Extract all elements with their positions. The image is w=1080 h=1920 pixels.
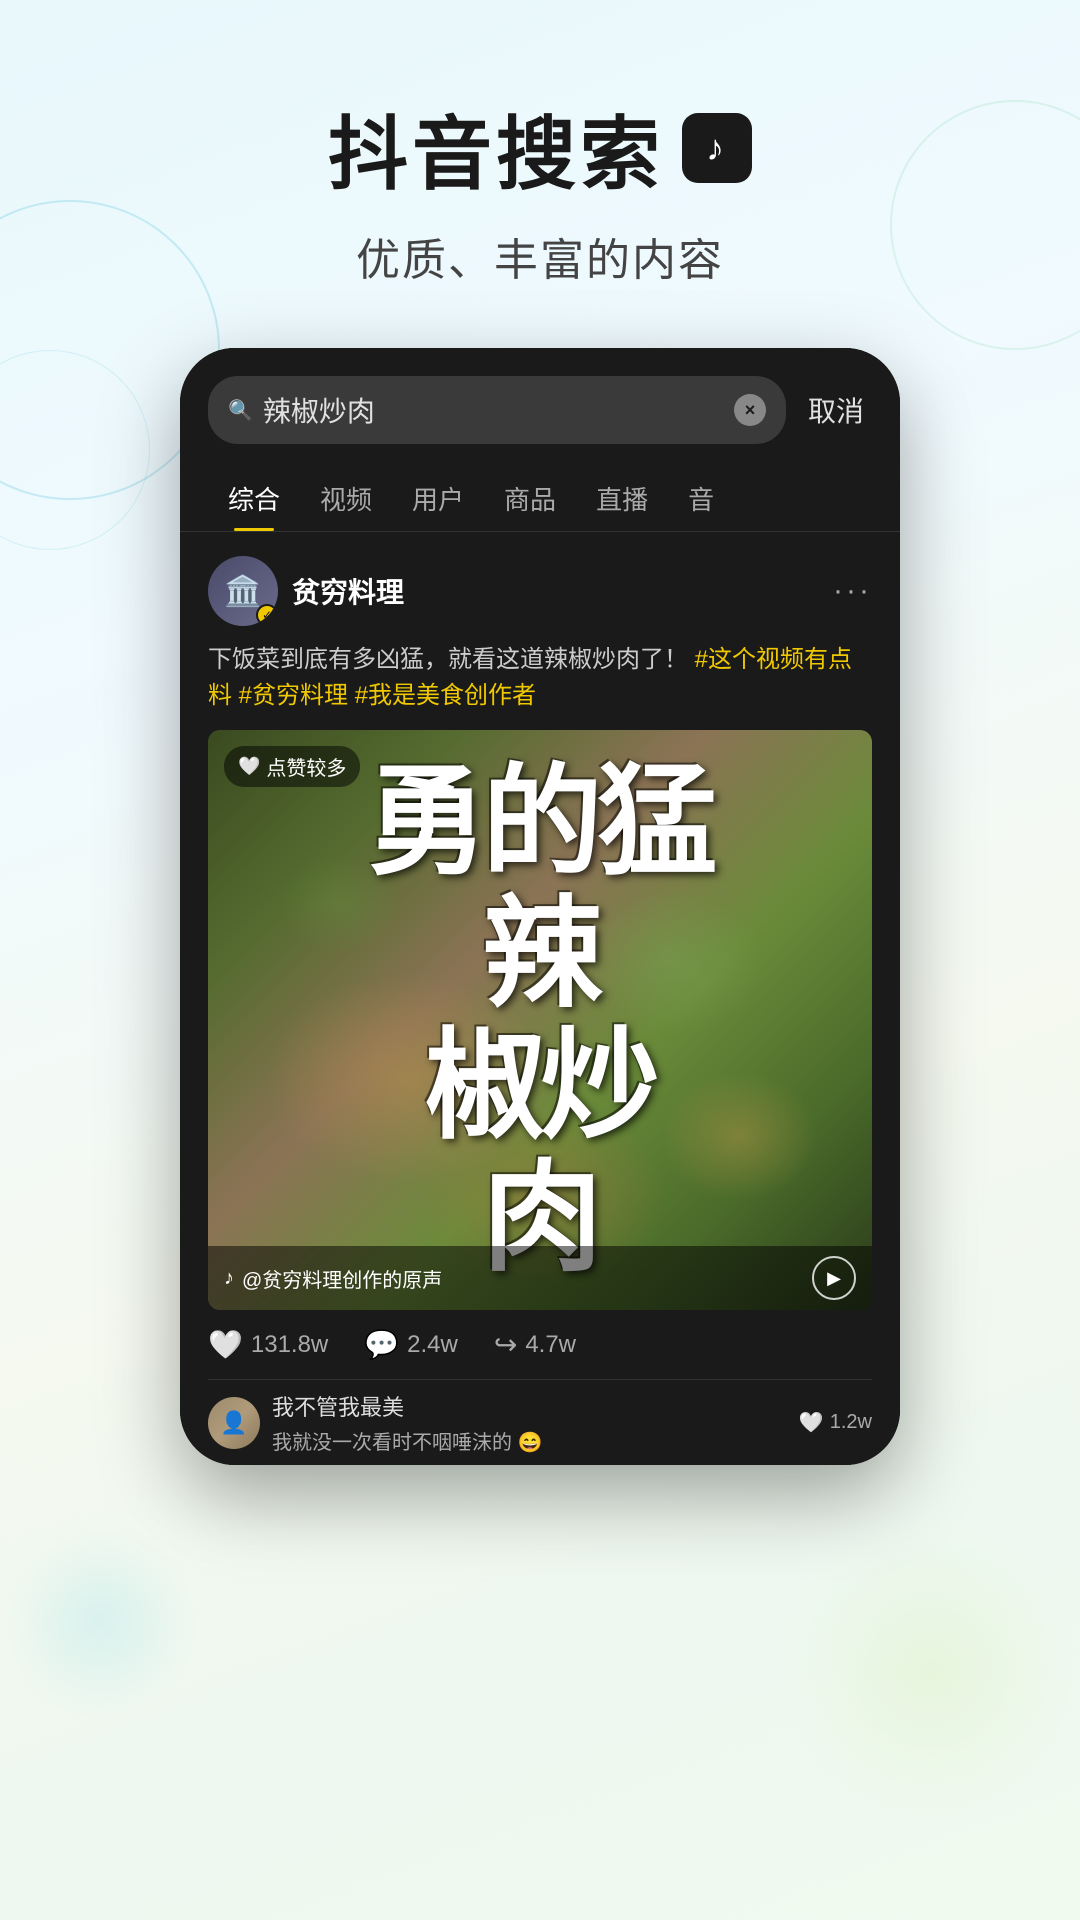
commenter-avatar: 👤 <box>208 1397 260 1449</box>
comment-text-block: 我不管我最美 我就没一次看时不咽唾沫的 😄 <box>272 1390 542 1455</box>
likes-count: 131.8w <box>251 1331 328 1359</box>
tab-综合[interactable]: 综合 <box>208 470 300 531</box>
video-background: 勇的猛辣椒炒肉 🤍 点赞较多 ♪ @贫穷料理创作的原声 <box>208 730 872 1310</box>
comment-heart-icon: 🤍 <box>799 1410 824 1435</box>
comment-likes: 🤍 1.2w <box>799 1410 872 1435</box>
phone-container: 🔍 辣椒炒肉 × 取消 综合 视频 用户 商品 直播 音 <box>0 348 1080 1465</box>
audio-text: @贫穷料理创作的原声 <box>242 1264 442 1293</box>
post-description: 下饭菜到底有多凶猛，就看这道辣椒炒肉了！ #这个视频有点料 #贫穷料理 #我是美… <box>208 642 872 714</box>
commenter-username: 我不管我最美 <box>272 1390 542 1422</box>
username-text: 贫穷料理 <box>292 571 404 611</box>
content-area: 🏛️ ✓ 贫穷料理 ··· 下饭菜到底有多凶猛，就看这道辣椒炒肉了！ #这个视频… <box>180 532 900 1465</box>
tab-视频[interactable]: 视频 <box>300 470 392 531</box>
phone-mockup: 🔍 辣椒炒肉 × 取消 综合 视频 用户 商品 直播 音 <box>180 348 900 1465</box>
video-text-overlay: 勇的猛辣椒炒肉 <box>208 730 872 1310</box>
shares-interaction[interactable]: ↪ 4.7w <box>494 1328 576 1361</box>
comment-likes-count: 1.2w <box>830 1411 872 1434</box>
hashtag-3[interactable]: #我是美食创作者 <box>355 682 536 709</box>
video-title-text: 勇的猛辣椒炒肉 <box>368 756 713 1284</box>
comment-content: 我就没一次看时不咽唾沫的 😄 <box>272 1426 542 1455</box>
tab-音[interactable]: 音 <box>668 470 734 531</box>
avatar: 🏛️ ✓ <box>208 556 278 626</box>
post-user-info: 🏛️ ✓ 贫穷料理 <box>208 556 404 626</box>
comments-interaction[interactable]: 💬 2.4w <box>364 1328 458 1361</box>
tiktok-logo-icon <box>682 113 752 183</box>
likes-badge: 🤍 点赞较多 <box>224 746 360 787</box>
hashtag-2[interactable]: #贫穷料理 <box>239 682 348 709</box>
share-icon: ↪ <box>494 1328 517 1361</box>
bg-glow-left <box>0 1520 200 1720</box>
video-thumbnail[interactable]: 勇的猛辣椒炒肉 🤍 点赞较多 ♪ @贫穷料理创作的原声 <box>208 730 872 1310</box>
tab-用户[interactable]: 用户 <box>392 470 484 531</box>
post-header: 🏛️ ✓ 贫穷料理 ··· <box>208 556 872 626</box>
phone-inner: 🔍 辣椒炒肉 × 取消 综合 视频 用户 商品 直播 音 <box>180 348 900 1465</box>
heart-icon: 🤍 <box>238 756 260 777</box>
tiktok-audio-icon: ♪ <box>224 1267 234 1290</box>
search-input-box[interactable]: 🔍 辣椒炒肉 × <box>208 376 786 444</box>
title-text: 抖音搜索 <box>328 90 664 206</box>
cancel-button[interactable]: 取消 <box>800 390 872 430</box>
search-clear-button[interactable]: × <box>734 394 766 426</box>
search-icon: 🔍 <box>228 398 253 423</box>
comment-row: 👤 我不管我最美 我就没一次看时不咽唾沫的 😄 🤍 1.2w <box>208 1379 872 1465</box>
likes-badge-text: 点赞较多 <box>266 752 346 781</box>
comments-count: 2.4w <box>407 1331 458 1359</box>
search-bar-area: 🔍 辣椒炒肉 × 取消 <box>180 348 900 454</box>
verified-badge: ✓ <box>256 604 278 626</box>
comment-icon: 💬 <box>364 1328 399 1361</box>
audio-info: ♪ @贫穷料理创作的原声 <box>224 1264 442 1293</box>
tab-商品[interactable]: 商品 <box>484 470 576 531</box>
more-options-button[interactable]: ··· <box>833 574 872 608</box>
play-button[interactable]: ▶ <box>812 1256 856 1300</box>
commenter-avatar-image: 👤 <box>208 1397 260 1449</box>
likes-interaction[interactable]: 🤍 131.8w <box>208 1328 328 1361</box>
post-description-text: 下饭菜到底有多凶猛，就看这道辣椒炒肉了！ <box>208 646 688 673</box>
audio-bar: ♪ @贫穷料理创作的原声 ▶ <box>208 1246 872 1310</box>
search-query-text: 辣椒炒肉 <box>263 390 724 430</box>
shares-count: 4.7w <box>525 1331 576 1359</box>
commenter-info: 👤 我不管我最美 我就没一次看时不咽唾沫的 😄 <box>208 1390 542 1455</box>
tabs-row: 综合 视频 用户 商品 直播 音 <box>180 454 900 532</box>
bg-glow-right <box>780 1520 1080 1820</box>
like-icon: 🤍 <box>208 1328 243 1361</box>
tab-直播[interactable]: 直播 <box>576 470 668 531</box>
interaction-bar: 🤍 131.8w 💬 2.4w ↪ 4.7w <box>208 1310 872 1379</box>
